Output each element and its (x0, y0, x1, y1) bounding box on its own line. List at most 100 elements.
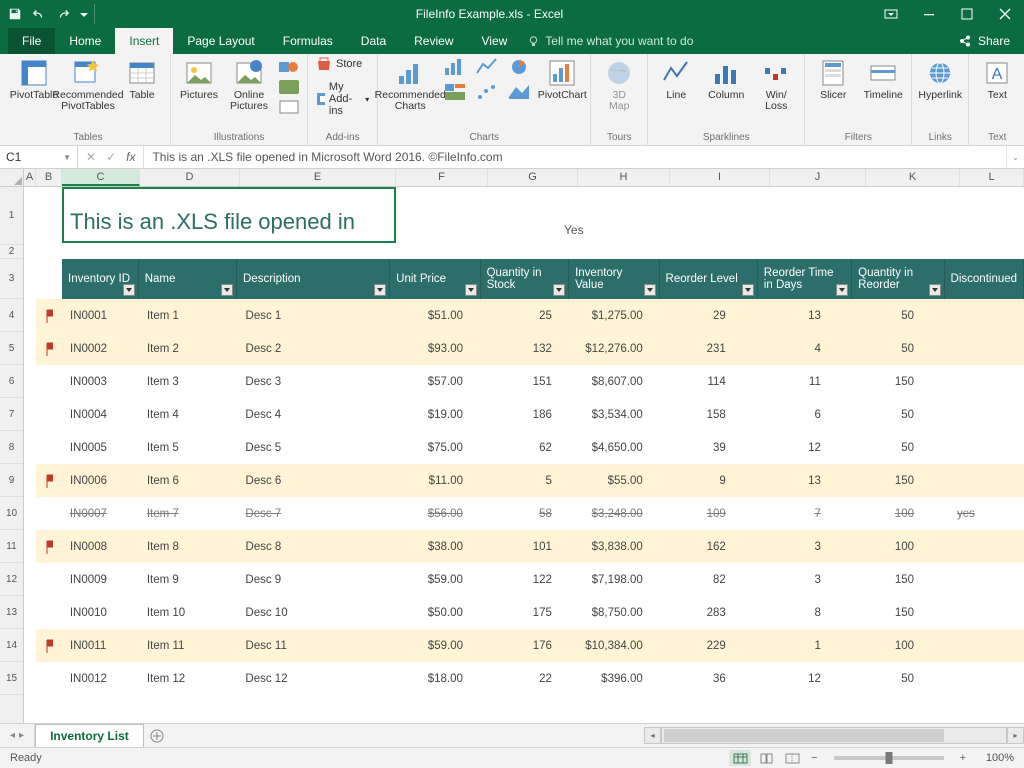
cell-qty-reorder[interactable]: 150 (856, 376, 949, 388)
sheet-nav-prev-icon[interactable]: ◂ (10, 730, 15, 741)
cell-inventory-value[interactable]: $8,607.00 (571, 376, 662, 388)
share-button[interactable]: Share (944, 28, 1024, 54)
formula-input[interactable]: This is an .XLS file opened in Microsoft… (144, 146, 1006, 168)
cell-qty-reorder[interactable]: 50 (856, 442, 949, 454)
zoom-thumb[interactable] (885, 752, 892, 764)
recommended-pivottables-button[interactable]: Recommended PivotTables (64, 58, 112, 112)
row-header[interactable]: 10 (0, 497, 23, 530)
cell-qty-reorder[interactable]: 100 (856, 640, 949, 652)
zoom-out-icon[interactable]: − (807, 752, 821, 764)
cell-reorder-level[interactable]: 82 (662, 574, 761, 586)
yes-cell[interactable]: Yes (564, 223, 584, 237)
cell-description[interactable]: Desc 3 (237, 376, 391, 388)
cell-description[interactable]: Desc 6 (238, 475, 392, 487)
slicer-button[interactable]: Slicer (813, 58, 853, 101)
th-qty-reorder[interactable]: Quantity in Reorder (852, 259, 944, 299)
cell-reorder-days[interactable]: 6 (761, 409, 856, 421)
cell-inventory-value[interactable]: $10,384.00 (571, 640, 662, 652)
cell-unit-price[interactable]: $50.00 (391, 607, 482, 619)
surface-chart-icon[interactable] (508, 83, 530, 101)
cell-inventory-id[interactable]: IN0010 (62, 607, 139, 619)
expand-formula-bar-icon[interactable]: ⌄ (1006, 146, 1024, 168)
cell-inventory-value[interactable]: $4,650.00 (571, 442, 662, 454)
cells[interactable]: This is an .XLS file opened in Yes Inven… (24, 187, 1024, 725)
cancel-formula-icon[interactable]: ✕ (86, 150, 96, 164)
cell-name[interactable]: Item 5 (139, 442, 238, 454)
scroll-thumb[interactable] (664, 729, 944, 742)
cell-unit-price[interactable]: $59.00 (391, 640, 482, 652)
scatter-chart-icon[interactable] (476, 83, 498, 101)
cell-name[interactable]: Item 9 (139, 574, 238, 586)
cell-description[interactable]: Desc 11 (238, 640, 392, 652)
row-header[interactable]: 4 (0, 299, 23, 332)
scroll-track[interactable] (661, 727, 1007, 744)
view-normal-icon[interactable] (729, 750, 751, 766)
col-d[interactable]: D (140, 169, 240, 186)
close-icon[interactable] (998, 7, 1012, 21)
shapes-icon[interactable] (279, 60, 299, 74)
enter-formula-icon[interactable]: ✓ (106, 150, 116, 164)
column-headers[interactable]: A B C D E F G H I J K L (24, 169, 1024, 187)
th-unit-price[interactable]: Unit Price (390, 259, 480, 299)
filter-arrow-icon[interactable] (374, 284, 386, 296)
minimize-icon[interactable] (922, 7, 936, 21)
add-sheet-button[interactable] (144, 724, 170, 747)
online-pictures-button[interactable]: Online Pictures (229, 58, 269, 112)
table-row[interactable]: IN0003Item 3Desc 3$57.00151$8,607.001141… (36, 365, 1024, 398)
cell-name[interactable]: Item 7 (139, 508, 238, 520)
cell-qty-stock[interactable]: 25 (482, 310, 571, 322)
maximize-icon[interactable] (960, 7, 974, 21)
cell-name[interactable]: Item 2 (139, 343, 238, 355)
view-page-layout-icon[interactable] (755, 750, 777, 766)
table-row[interactable]: IN0009Item 9Desc 9$59.00122$7,198.008231… (36, 563, 1024, 596)
cell-inventory-value[interactable]: $3,838.00 (571, 541, 662, 553)
cell-description[interactable]: Desc 1 (238, 310, 392, 322)
cell-qty-stock[interactable]: 5 (482, 475, 571, 487)
cell-name[interactable]: Item 3 (139, 376, 238, 388)
sparkline-column-button[interactable]: Column (706, 58, 746, 101)
col-h[interactable]: H (578, 169, 670, 186)
cell-reorder-level[interactable]: 229 (662, 640, 761, 652)
cell-inventory-value[interactable]: $12,276.00 (571, 343, 662, 355)
pie-chart-icon[interactable] (508, 58, 530, 76)
cell-reorder-level[interactable]: 9 (662, 475, 761, 487)
zoom-in-icon[interactable]: + (956, 752, 970, 764)
row-header[interactable]: 5 (0, 332, 23, 365)
cell-reorder-days[interactable]: 13 (761, 310, 856, 322)
row-header[interactable]: 12 (0, 563, 23, 596)
cell-description[interactable]: Desc 10 (237, 607, 391, 619)
th-description[interactable]: Description (237, 259, 390, 299)
cell-reorder-level[interactable]: 109 (662, 508, 761, 520)
cell-name[interactable]: Item 4 (139, 409, 238, 421)
cell-inventory-value[interactable]: $3,534.00 (571, 409, 662, 421)
cell-qty-reorder[interactable]: 50 (856, 409, 949, 421)
table-row[interactable]: IN0010Item 10Desc 10$50.00175$8,750.0028… (36, 596, 1024, 629)
horizontal-scrollbar[interactable]: ◂ ▸ (644, 724, 1024, 747)
cell-unit-price[interactable]: $38.00 (391, 541, 482, 553)
pivotchart-button[interactable]: PivotChart (542, 58, 582, 101)
filter-arrow-icon[interactable] (465, 284, 477, 296)
row-header[interactable]: 14 (0, 629, 23, 662)
cell-reorder-level[interactable]: 162 (662, 541, 761, 553)
cell-inventory-id[interactable]: IN0003 (62, 376, 139, 388)
3d-map-button[interactable]: 3D Map (599, 58, 639, 112)
bar-chart-icon[interactable] (444, 58, 466, 76)
cell-inventory-id[interactable]: IN0012 (62, 673, 139, 685)
text-button[interactable]: AText (977, 58, 1017, 101)
col-k[interactable]: K (866, 169, 960, 186)
cell-description[interactable]: Desc 2 (238, 343, 392, 355)
cell-qty-stock[interactable]: 122 (482, 574, 571, 586)
cell-name[interactable]: Item 11 (139, 640, 238, 652)
cell-unit-price[interactable]: $56.00 (391, 508, 482, 520)
cell-unit-price[interactable]: $18.00 (391, 673, 482, 685)
cell-inventory-value[interactable]: $8,750.00 (571, 607, 662, 619)
cell-reorder-level[interactable]: 283 (662, 607, 761, 619)
fx-icon[interactable]: fx (126, 150, 135, 164)
recommended-charts-button[interactable]: Recommended Charts (386, 58, 434, 112)
cell-reorder-days[interactable]: 12 (761, 442, 856, 454)
cell-reorder-days[interactable]: 7 (761, 508, 856, 520)
cell-qty-reorder[interactable]: 150 (856, 574, 949, 586)
sparkline-winloss-button[interactable]: Win/ Loss (756, 58, 796, 112)
title-cell[interactable]: This is an .XLS file opened in (62, 187, 396, 243)
table-row[interactable]: IN0011Item 11Desc 11$59.00176$10,384.002… (36, 629, 1024, 662)
